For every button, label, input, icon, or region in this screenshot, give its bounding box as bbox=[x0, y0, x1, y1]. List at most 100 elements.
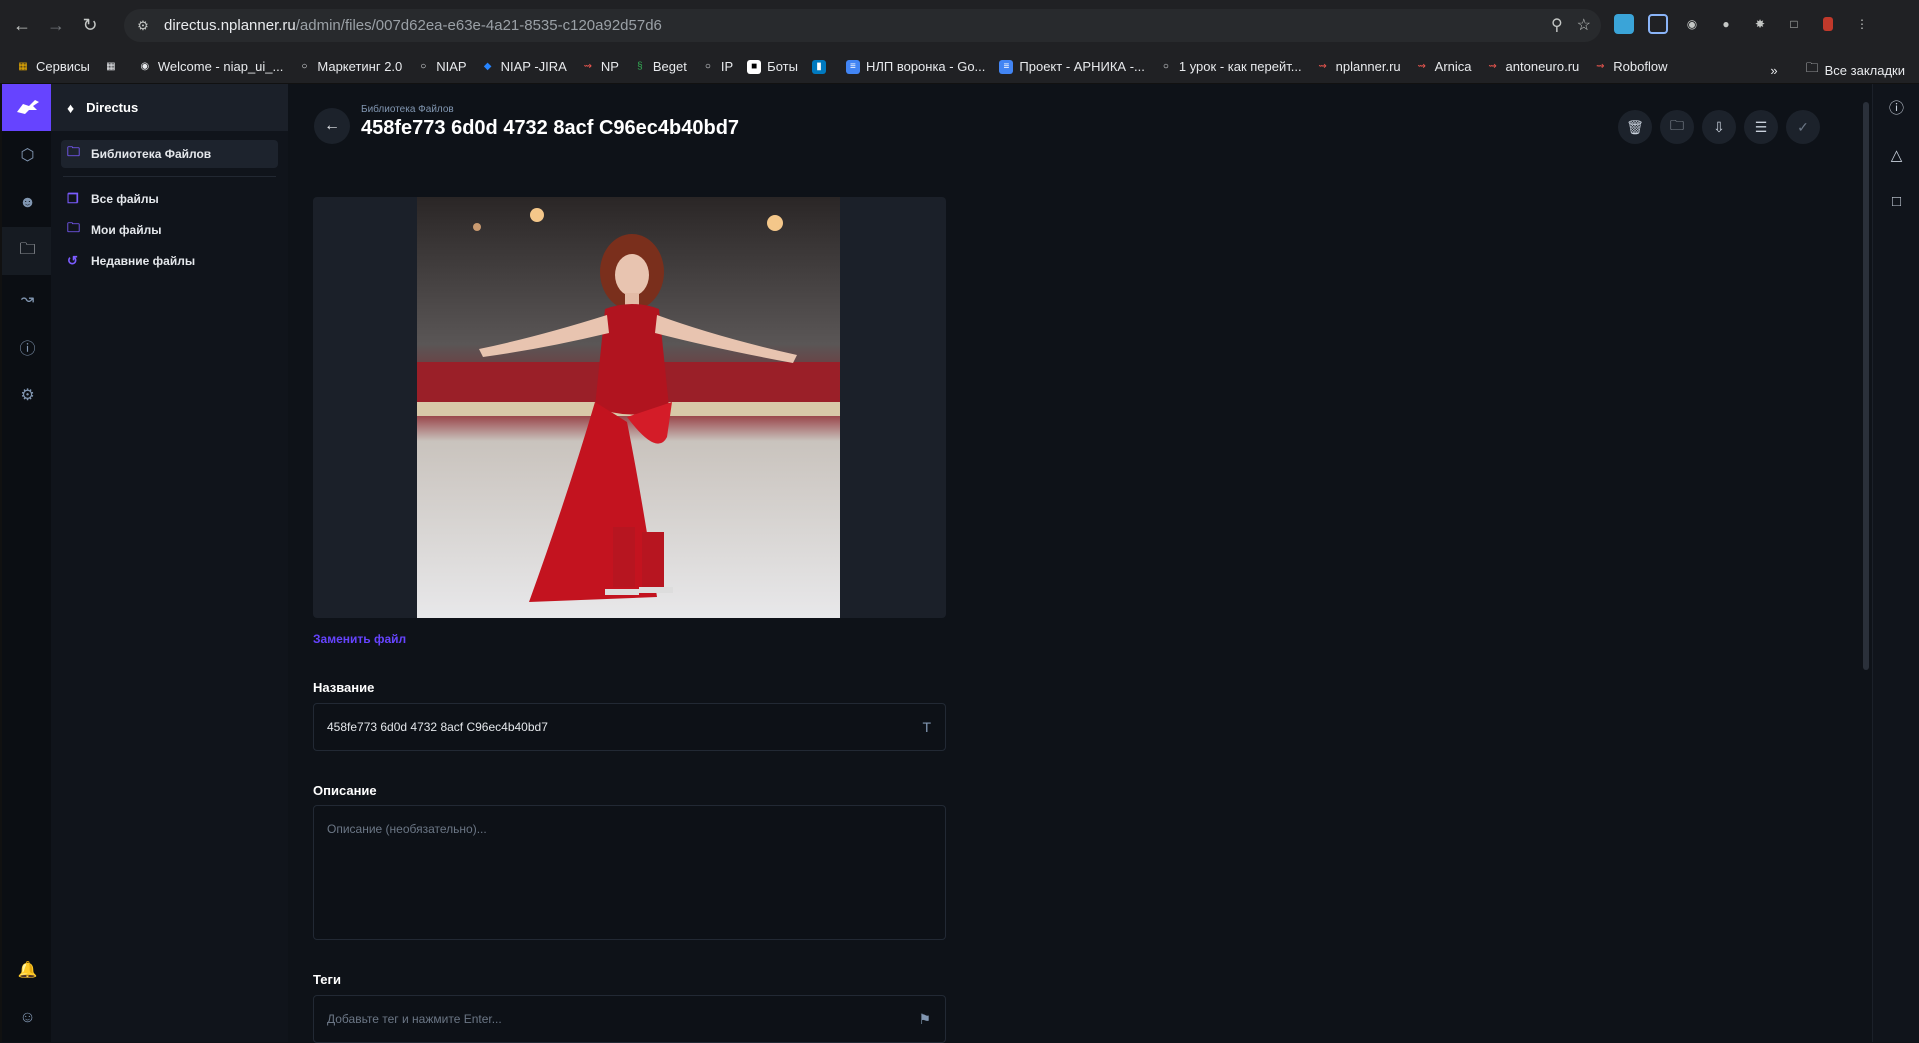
scrollbar[interactable] bbox=[1860, 84, 1872, 1042]
move-folder-button[interactable]: 🗀 bbox=[1660, 110, 1694, 144]
bookmark-item[interactable]: ▦ bbox=[104, 60, 124, 74]
nav-item-label: Недавние файлы bbox=[91, 254, 196, 268]
diamond-icon: ♦ bbox=[67, 99, 75, 116]
extension-icon[interactable]: ✸ bbox=[1750, 14, 1770, 34]
site-info-icon[interactable]: ⚙ bbox=[132, 15, 154, 37]
file-preview bbox=[313, 197, 946, 618]
download-button[interactable]: ⇩ bbox=[1702, 110, 1736, 144]
menu-icon[interactable]: ⋮ bbox=[1852, 14, 1872, 34]
insights-module-icon[interactable]: ↝ bbox=[2, 275, 53, 323]
directus-logo[interactable] bbox=[2, 84, 53, 131]
link-icon: ⇝ bbox=[1488, 61, 1497, 72]
back-icon[interactable]: ← bbox=[10, 13, 34, 37]
bookmark-label: 1 урок - как перейт... bbox=[1178, 59, 1302, 74]
breadcrumb[interactable]: Библиотека Файлов bbox=[361, 104, 454, 115]
description-placeholder: Описание (необязательно)... bbox=[327, 822, 487, 836]
reload-icon[interactable]: ↻ bbox=[78, 13, 102, 37]
delete-button[interactable]: 🗑 bbox=[1618, 110, 1652, 144]
nav-item-my-files[interactable]: 🗀 Мои файлы bbox=[61, 216, 278, 244]
back-button[interactable]: ← bbox=[314, 108, 350, 144]
bookmark-label: IP bbox=[720, 59, 734, 74]
bookmark-item[interactable]: ○ NIAP bbox=[416, 59, 466, 74]
description-field[interactable]: Описание (необязательно)... bbox=[313, 805, 946, 940]
folder-icon: 🗀 bbox=[1805, 60, 1819, 75]
tags-input[interactable]: Добавьте тег и нажмите Enter... ⚑ bbox=[313, 995, 946, 1043]
tags-placeholder: Добавьте тег и нажмите Enter... bbox=[327, 1012, 502, 1026]
extension-icon[interactable]: ● bbox=[1716, 14, 1736, 34]
bookmark-item[interactable]: ⇝ Arnica bbox=[1415, 59, 1472, 74]
apps-grid-icon: ▦ bbox=[18, 61, 28, 72]
bookmark-item[interactable]: ○ Маркетинг 2.0 bbox=[297, 59, 402, 74]
download-icon: ⇩ bbox=[1713, 118, 1725, 135]
bookmark-item[interactable]: ○ 1 урок - как перейт... bbox=[1159, 59, 1302, 74]
bookmark-label: Маркетинг 2.0 bbox=[317, 59, 403, 74]
globe-icon: ○ bbox=[301, 61, 308, 72]
replace-file-link[interactable]: Заменить файл bbox=[313, 632, 406, 646]
info-icon[interactable]: ⓘ bbox=[1873, 84, 1919, 131]
zoom-icon[interactable]: ⚲ bbox=[1551, 15, 1563, 35]
bookmark-item[interactable]: ⇝ antoneuro.ru bbox=[1486, 59, 1579, 74]
bookmark-item[interactable]: ⇝ NP bbox=[581, 59, 619, 74]
link-icon: ⇝ bbox=[1596, 61, 1605, 72]
bookmark-item[interactable]: ≡ Проект - АРНИКА -... bbox=[999, 59, 1145, 74]
save-button[interactable]: ✓ bbox=[1786, 110, 1820, 144]
title-field[interactable]: 458fe773 6d0d 4732 8acf C96ec4b40bd7 T bbox=[313, 703, 946, 751]
bookmark-label: Arnica bbox=[1434, 59, 1472, 74]
all-bookmarks[interactable]: » 🗀 Все закладки bbox=[1770, 59, 1905, 81]
bot-icon: ■ bbox=[747, 59, 762, 74]
help-module-icon[interactable]: ⓘ bbox=[2, 323, 53, 371]
description-label: Описание bbox=[313, 783, 377, 798]
extension-icon[interactable] bbox=[1648, 14, 1668, 34]
trello-icon: ▮ bbox=[811, 59, 826, 74]
edit-image-button[interactable]: ☰ bbox=[1744, 110, 1778, 144]
nav-item-recent-files[interactable]: ↺ Недавние файлы bbox=[61, 247, 278, 275]
bookmark-item[interactable]: ▮ bbox=[811, 59, 832, 74]
settings-module-icon[interactable]: ⚙ bbox=[2, 371, 53, 419]
extension-icon[interactable] bbox=[1614, 14, 1634, 34]
bookmark-item[interactable]: ◉ Welcome - niap_ui_... bbox=[138, 59, 284, 74]
bookmark-item[interactable]: ■ Боты bbox=[747, 59, 798, 74]
bookmark-star-icon[interactable]: ☆ bbox=[1577, 15, 1591, 35]
forward-icon[interactable]: → bbox=[44, 13, 68, 37]
nav-item-label: Библиотека Файлов bbox=[91, 147, 212, 161]
camera-icon[interactable]: ◉ bbox=[1682, 14, 1702, 34]
users-module-icon[interactable]: ☻ bbox=[2, 179, 53, 227]
directus-app: ⬡ ☻ 🗀 ↝ ⓘ ⚙ 🔔 ☺ ♦ Directus 🗀 Библиотека Фа… bbox=[0, 84, 1919, 1043]
scrollbar-thumb[interactable] bbox=[1863, 102, 1869, 670]
files-icon: ❐ bbox=[67, 191, 79, 206]
notifications-icon[interactable]: 🔔 bbox=[2, 946, 53, 994]
url-text[interactable]: directus.nplanner.ru/admin/files/007d62e… bbox=[164, 17, 662, 34]
bookmark-item[interactable]: ○ IP bbox=[701, 59, 733, 74]
revisions-icon[interactable]: △ bbox=[1873, 131, 1919, 178]
bookmark-item[interactable]: ◆ NIAP -JIRA bbox=[481, 59, 567, 74]
puzzle-icon[interactable]: □ bbox=[1784, 14, 1804, 34]
bookmark-label: Roboflow bbox=[1613, 59, 1668, 74]
profile-avatar[interactable] bbox=[1818, 14, 1838, 34]
beget-icon: § bbox=[637, 61, 643, 72]
user-account-icon[interactable]: ☺ bbox=[2, 994, 53, 1042]
text-type-icon: T bbox=[922, 719, 931, 735]
module-bar: ⬡ ☻ 🗀 ↝ ⓘ ⚙ 🔔 ☺ bbox=[0, 84, 53, 1042]
all-bookmarks-label: Все закладки bbox=[1824, 62, 1905, 78]
main-content: ← Библиотека Файлов 458fe773 6d0d 4732 8… bbox=[288, 84, 1860, 1043]
address-bar[interactable]: ⚙ directus.nplanner.ru/admin/files/007d6… bbox=[124, 9, 1601, 42]
bookmark-item[interactable]: ≡ НЛП воронка - Go... bbox=[845, 59, 986, 74]
globe-icon: ○ bbox=[1162, 61, 1169, 72]
navigation-pane: ♦ Directus 🗀 Библиотека Файлов ❐ Все файлы … bbox=[51, 84, 288, 1042]
bookmark-item[interactable]: ⇝ Roboflow bbox=[1593, 59, 1667, 74]
nav-item-all-files[interactable]: ❐ Все файлы bbox=[61, 185, 278, 213]
bookmark-item[interactable]: ⇝ nplanner.ru bbox=[1316, 59, 1400, 74]
bookmark-item[interactable]: § Beget bbox=[633, 59, 687, 74]
project-header[interactable]: ♦ Directus bbox=[51, 84, 288, 131]
content-module-icon[interactable]: ⬡ bbox=[2, 131, 53, 179]
nav-item-file-library[interactable]: 🗀 Библиотека Файлов bbox=[61, 140, 278, 168]
comments-icon[interactable]: □ bbox=[1873, 178, 1919, 225]
files-module-icon[interactable]: 🗀 bbox=[2, 227, 53, 275]
bookmark-label: НЛП воронка - Go... bbox=[865, 59, 986, 74]
arrow-left-icon: ← bbox=[324, 117, 340, 134]
image-preview[interactable] bbox=[417, 197, 840, 618]
bookmark-item[interactable]: ▦ Сервисы bbox=[16, 59, 90, 74]
chevron-right-icon[interactable]: » bbox=[1770, 63, 1777, 78]
docs-icon: ≡ bbox=[845, 59, 860, 74]
tune-icon: ☰ bbox=[1754, 118, 1768, 135]
